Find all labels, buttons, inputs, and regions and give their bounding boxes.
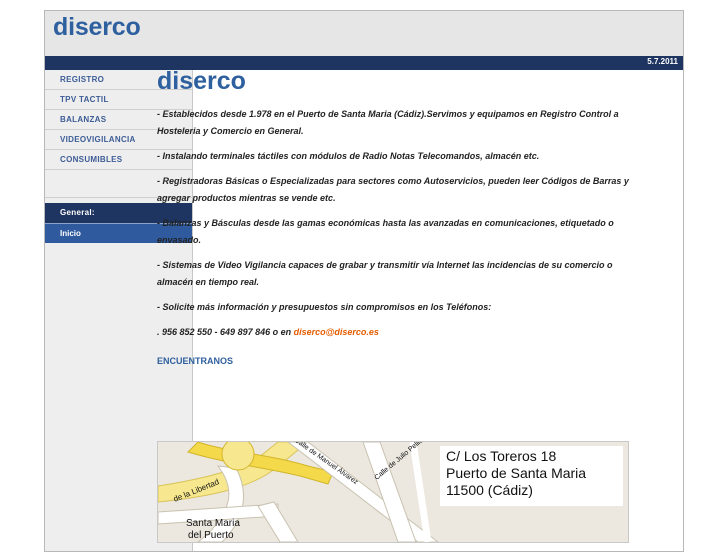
email-link[interactable]: diserco@diserco.es [294,327,379,337]
map-place-label-2: del Puerto [188,530,234,541]
section-heading-encuentranos: ENCUENTRANOS [157,356,234,366]
paragraph-6: - Solicite más información y presupuesto… [157,302,492,312]
phone-numbers: . 956 852 550 - 649 897 846 o en [157,327,294,337]
contact-line: . 956 852 550 - 649 897 846 o en diserco… [157,324,632,341]
paragraph-2: - Instalando terminales táctiles con mód… [157,151,540,161]
paragraph-4: - Balanzas y Básculas desde las gamas ec… [157,218,614,245]
paragraph-1: - Establecidos desde 1.978 en el Puerto … [157,109,619,136]
site-header: diserco [45,11,683,57]
map-address-box: C/ Los Toreros 18 Puerto de Santa Maria … [440,446,623,506]
page-title: diserco [157,67,246,95]
paragraph-3: - Registradoras Básicas o Especializadas… [157,176,629,203]
location-map[interactable]: de la Libertad Calle de Manuel Álvarez C… [157,441,629,543]
current-date: 5.7.2011 [647,57,678,66]
map-place-label-1: Santa Maria [186,518,240,529]
site-logo[interactable]: diserco [53,13,141,42]
paragraph-5: - Sistemas de Video Vigilancia capaces d… [157,260,613,287]
address-line-1: C/ Los Toreros 18 [446,448,557,464]
address-line-2: Puerto de Santa Maria [446,465,587,481]
address-line-3: 11500 (Cádiz) [446,482,533,498]
main-content: diserco - Establecidos desde 1.978 en el… [157,66,632,366]
